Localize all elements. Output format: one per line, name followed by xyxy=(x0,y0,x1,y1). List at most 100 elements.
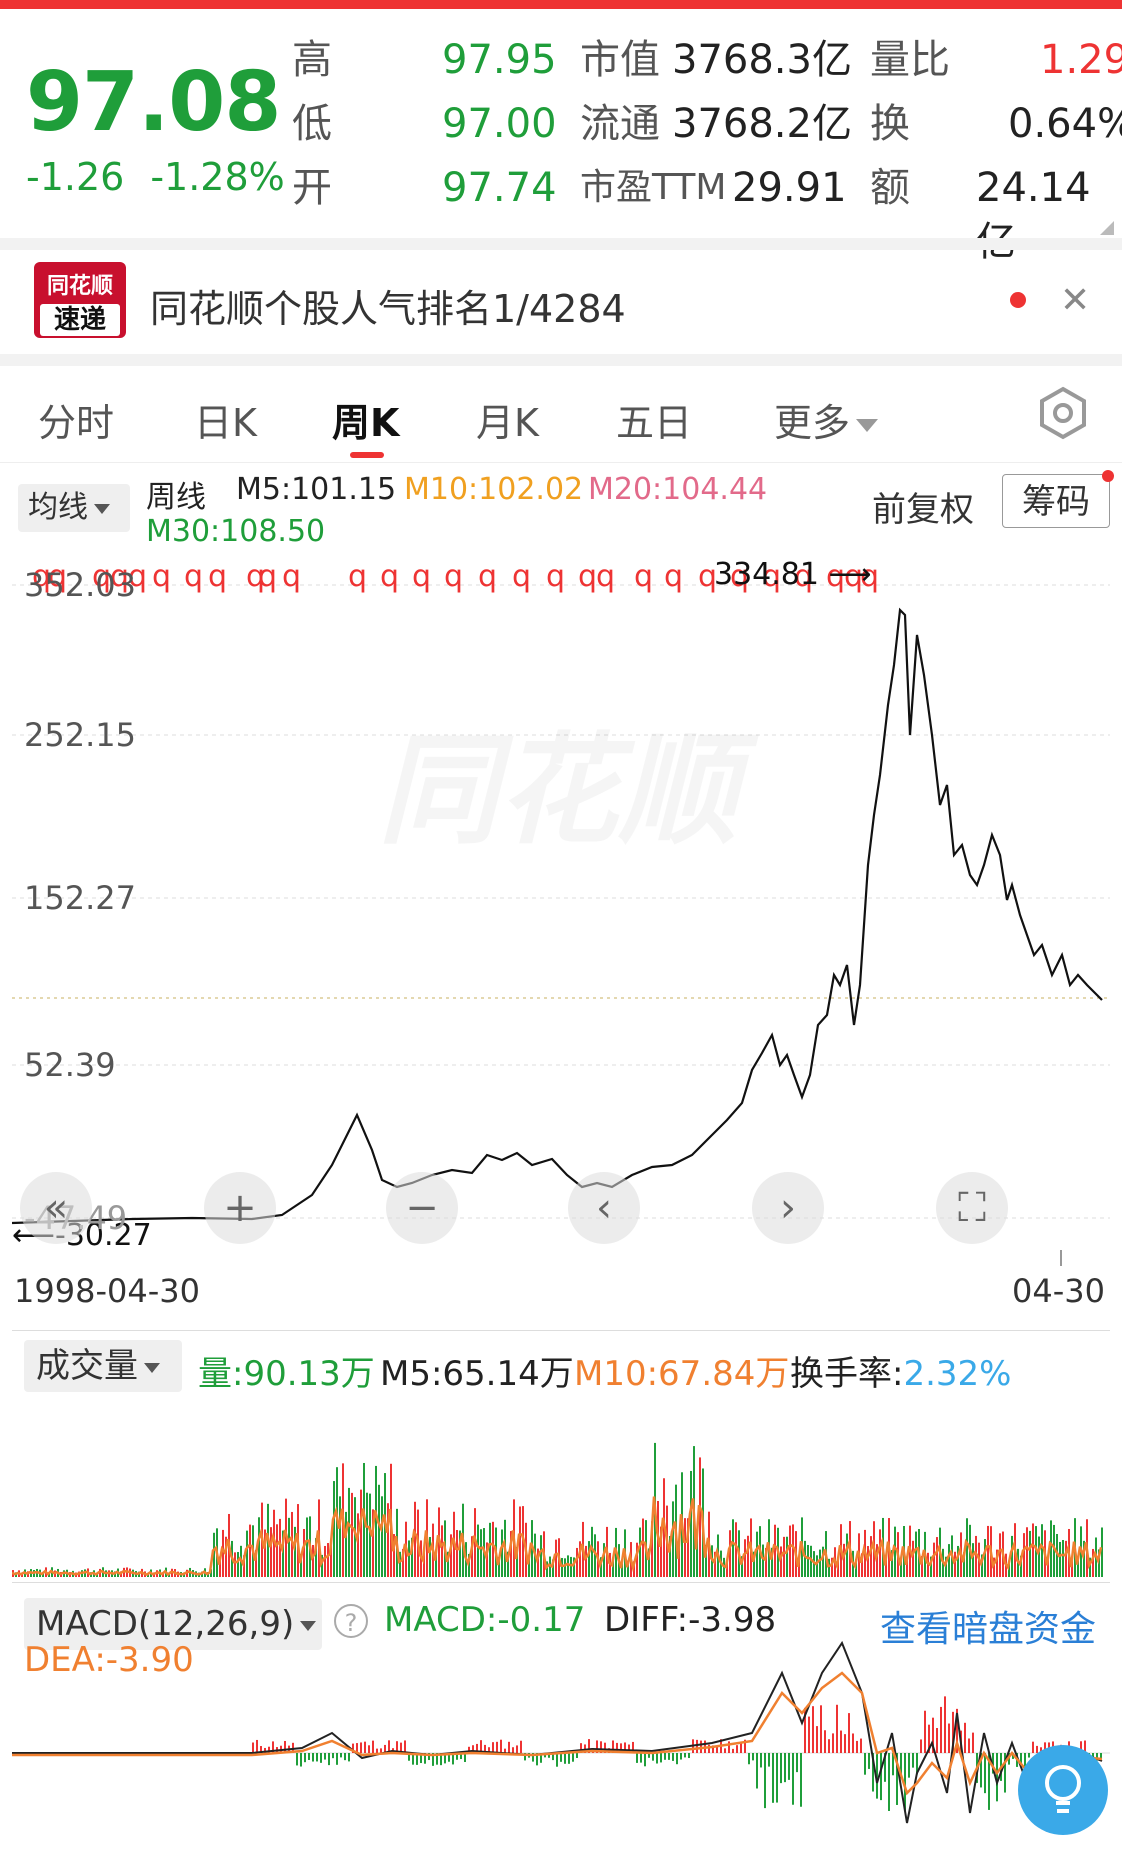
macd-dropdown-label: MACD(12,26,9) xyxy=(36,1604,295,1644)
scroll-left-button[interactable]: ‹ xyxy=(568,1172,640,1244)
volume-bar xyxy=(789,1525,791,1577)
macd-bar xyxy=(696,1739,698,1753)
rewind-button[interactable]: « xyxy=(20,1172,92,1244)
popularity-rank-text[interactable]: 同花顺个股人气排名1/4284 xyxy=(150,278,626,333)
volume-bar xyxy=(1038,1536,1040,1577)
settings-icon[interactable] xyxy=(1036,386,1090,440)
tab-more[interactable]: 更多 xyxy=(774,392,879,447)
macd-bar xyxy=(868,1753,870,1769)
volume-bar xyxy=(345,1511,347,1577)
turnover-value: 0.64% xyxy=(1008,101,1122,147)
macd-bar xyxy=(948,1723,950,1753)
chevron-down-icon xyxy=(94,503,110,514)
macd-bar xyxy=(824,1730,826,1753)
volume-bar xyxy=(1032,1523,1034,1577)
fullscreen-button[interactable]: ⛶ xyxy=(936,1172,1008,1244)
trade-marker: q xyxy=(444,559,464,594)
volume-bar xyxy=(639,1527,641,1577)
ma30-value: M30:108.50 xyxy=(146,514,326,549)
volume-bar xyxy=(1059,1541,1061,1577)
macd-bar xyxy=(296,1753,298,1766)
volume-dropdown-label: 成交量 xyxy=(36,1346,138,1386)
volume-bar xyxy=(780,1546,782,1577)
chevron-left-icon: ‹ xyxy=(596,1185,612,1231)
volume-bar xyxy=(972,1543,974,1577)
trade-marker: q xyxy=(546,559,566,594)
tab-daily-k[interactable]: 日K xyxy=(194,392,257,447)
max-price-value: 334.81 xyxy=(714,557,819,592)
macd-bar xyxy=(964,1722,966,1753)
low-value: 97.00 xyxy=(442,101,557,147)
macd-bar xyxy=(768,1753,770,1767)
macd-bar xyxy=(852,1733,854,1753)
macd-bar xyxy=(508,1741,510,1753)
volume-bar xyxy=(360,1489,362,1577)
macd-bar xyxy=(856,1740,858,1753)
vol-ratio-label: 量比 xyxy=(870,37,950,83)
volume-bar xyxy=(561,1557,563,1577)
indicator-dropdown-label: 均线 xyxy=(28,490,88,525)
scroll-right-button[interactable]: › xyxy=(752,1172,824,1244)
adjust-mode-button[interactable]: 前复权 xyxy=(872,482,974,531)
minus-icon: − xyxy=(405,1185,439,1231)
turnover-label: 换 xyxy=(870,101,910,147)
macd-bar xyxy=(908,1753,910,1778)
volume-bar xyxy=(672,1501,674,1577)
current-price: 97.08 xyxy=(26,55,281,150)
mktcap-label: 市值 xyxy=(580,37,660,83)
macd-bar xyxy=(816,1726,818,1753)
tab-intraday[interactable]: 分时 xyxy=(38,392,114,447)
change-amount: -1.26 xyxy=(26,155,125,199)
volume-bar xyxy=(429,1536,431,1577)
macd-bar xyxy=(348,1753,350,1762)
change-percent: -1.28% xyxy=(150,155,285,199)
notification-dot xyxy=(1102,470,1114,482)
help-icon[interactable]: ? xyxy=(334,1604,368,1638)
macd-bar xyxy=(940,1706,942,1753)
logo-sub-text: 速递 xyxy=(40,304,120,336)
tab-weekly-k[interactable]: 周K xyxy=(332,392,399,447)
macd-bar xyxy=(512,1747,514,1753)
volume-bar xyxy=(744,1539,746,1577)
y-axis-label: 252.15 xyxy=(24,716,136,754)
zoom-in-button[interactable]: + xyxy=(204,1172,276,1244)
price-chart[interactable]: 同花顺 qqqqqqqqqqqqqqqqqqqqqqqqqqqqq 334.81… xyxy=(11,555,1110,1255)
indicator-dropdown[interactable]: 均线 xyxy=(18,484,130,532)
macd-bar xyxy=(332,1753,334,1759)
macd-bar xyxy=(752,1753,754,1761)
volume-bar xyxy=(357,1513,359,1577)
volume-bar xyxy=(306,1517,308,1577)
macd-bar xyxy=(312,1753,314,1762)
chip-distribution-button[interactable]: 筹码 xyxy=(1002,474,1110,528)
trade-marker: q xyxy=(184,559,204,594)
macd-bar xyxy=(944,1696,946,1753)
low-label: 低 xyxy=(292,101,332,147)
zoom-out-button[interactable]: − xyxy=(386,1172,458,1244)
volume-bar xyxy=(933,1542,935,1577)
tab-more-label: 更多 xyxy=(774,401,851,445)
dark-pool-funds-link[interactable]: 查看暗盘资金 xyxy=(880,1600,1096,1652)
volume-bar xyxy=(684,1518,686,1577)
divider xyxy=(0,238,1122,250)
macd-bar xyxy=(644,1753,646,1767)
open-label: 开 xyxy=(292,165,332,211)
close-icon[interactable]: ✕ xyxy=(1060,280,1090,321)
ma5-value: M5:101.15 xyxy=(236,472,397,507)
fullscreen-icon: ⛶ xyxy=(958,1185,986,1231)
macd-bar xyxy=(324,1753,326,1760)
lightbulb-button[interactable] xyxy=(1018,1745,1108,1835)
ma20-value: M20:104.44 xyxy=(588,472,768,507)
tab-monthly-k[interactable]: 月K xyxy=(476,392,539,447)
macd-bar xyxy=(912,1753,914,1768)
expand-corner-icon[interactable] xyxy=(1100,221,1114,235)
amount-label: 额 xyxy=(870,165,910,211)
pe-value: 29.91 xyxy=(732,165,847,211)
volume-bar xyxy=(366,1492,368,1577)
volume-dropdown[interactable]: 成交量 xyxy=(24,1340,182,1392)
macd-bar xyxy=(328,1753,330,1766)
tab-five-day[interactable]: 五日 xyxy=(616,392,692,447)
lightbulb-icon xyxy=(1045,1765,1081,1813)
macd-bar xyxy=(576,1753,578,1759)
macd-bar xyxy=(784,1753,786,1783)
volume-bar xyxy=(804,1540,806,1577)
